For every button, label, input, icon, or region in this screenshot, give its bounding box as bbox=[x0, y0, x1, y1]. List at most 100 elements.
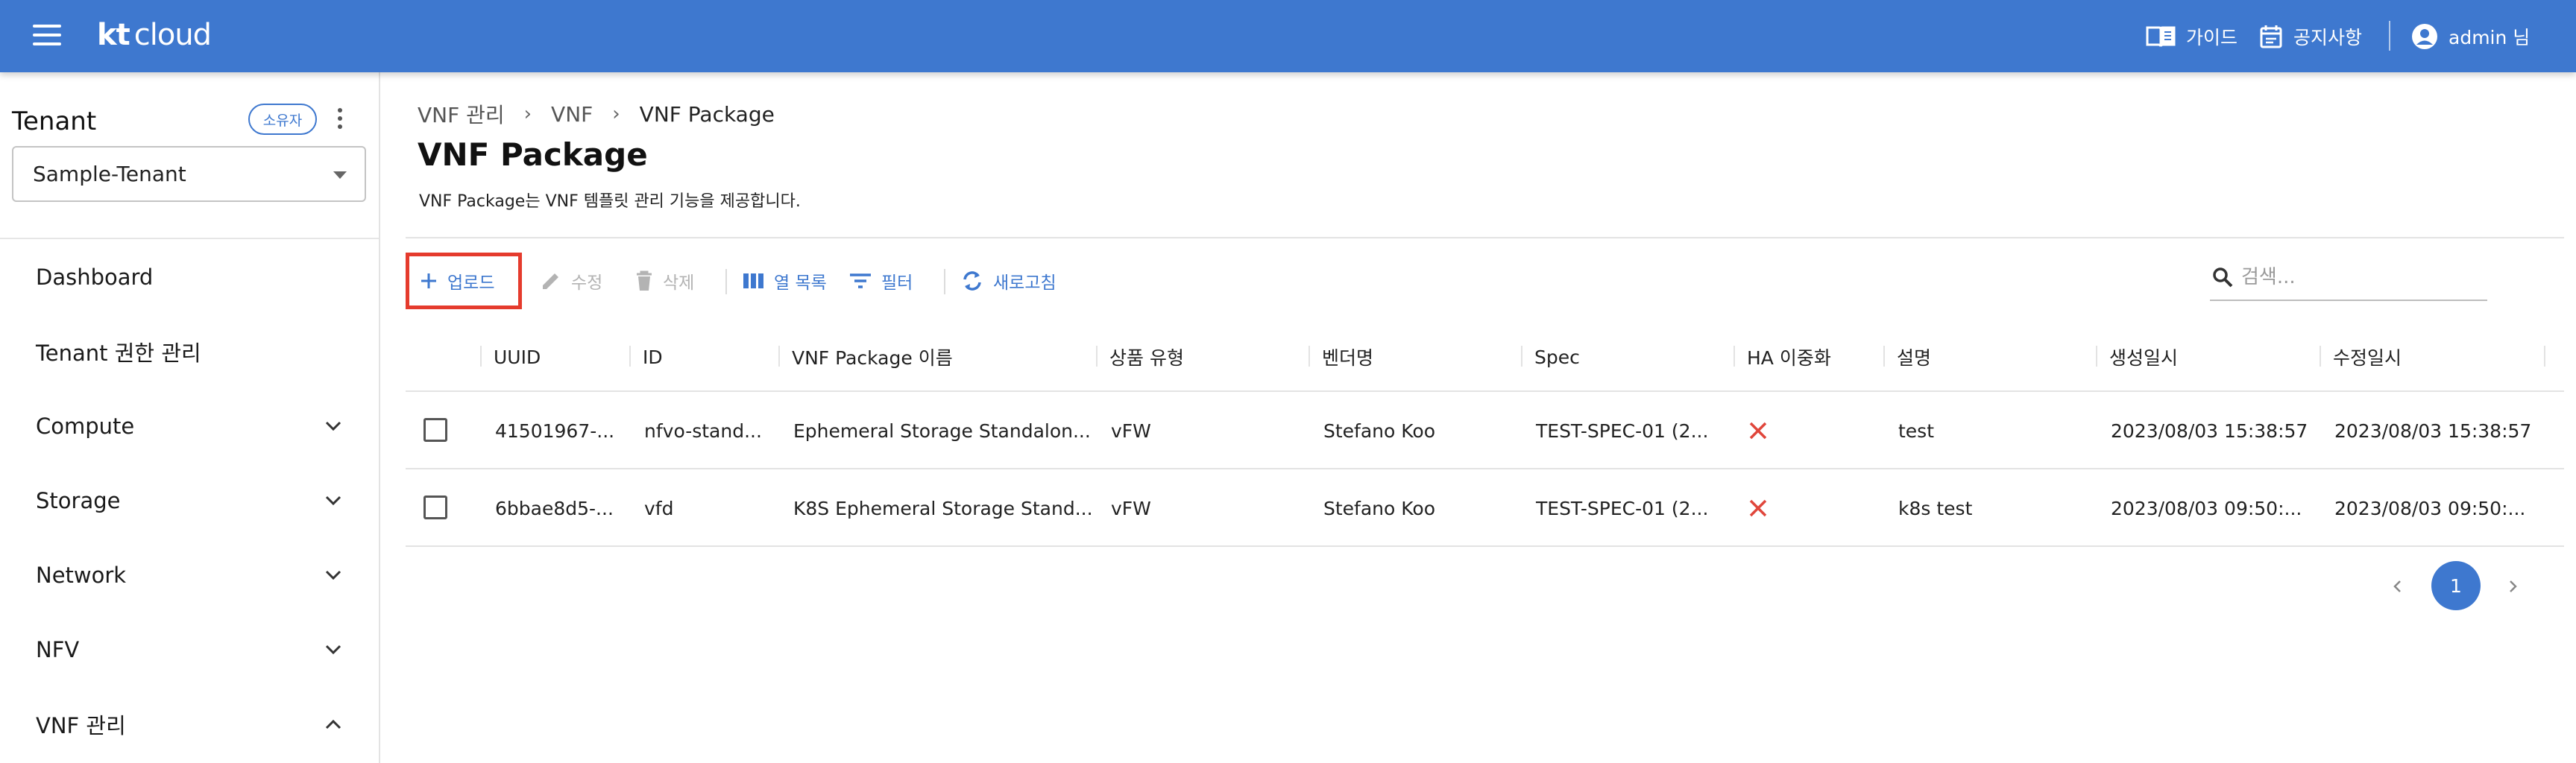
page-description: VNF Package는 VNF 템플릿 관리 기능을 제공합니다. bbox=[419, 192, 801, 211]
tenant-select-value: Sample-Tenant bbox=[33, 162, 186, 186]
cell-id: vfd bbox=[644, 497, 674, 519]
row-checkbox[interactable] bbox=[423, 496, 447, 519]
search-box bbox=[2210, 255, 2487, 301]
top-header: kt cloud 가이드 공지사항 admin 님 bbox=[0, 0, 2576, 72]
page-button-current[interactable]: 1 bbox=[2431, 561, 2481, 610]
tenant-label: Tenant bbox=[12, 107, 97, 136]
sidebar-divider bbox=[0, 238, 379, 239]
table-row[interactable]: 41501967-... nfvo-stand... Ephemeral Sto… bbox=[406, 392, 2564, 469]
owner-badge: 소유자 bbox=[248, 104, 317, 135]
guide-label: 가이드 bbox=[2186, 27, 2238, 48]
sidebar-item-label: NFV bbox=[36, 637, 80, 662]
column-header-spec[interactable]: Spec bbox=[1521, 322, 1580, 392]
cell-created: 2023/08/03 15:38:57 bbox=[2111, 420, 2308, 442]
brand-cloud: cloud bbox=[133, 18, 212, 52]
cell-name: Ephemeral Storage Standalon... bbox=[793, 420, 1091, 442]
sidebar-item-label: Dashboard bbox=[36, 265, 154, 290]
column-header-name[interactable]: VNF Package 이름 bbox=[778, 322, 953, 392]
refresh-button[interactable]: 새로고침 bbox=[960, 253, 1056, 309]
chevron-right-icon[interactable] bbox=[2505, 579, 2520, 594]
sidebar-item-tenant-permission[interactable]: Tenant 권한 관리 bbox=[0, 318, 379, 385]
cell-vendor: Stefano Koo bbox=[1323, 497, 1435, 519]
cell-product-type: vFW bbox=[1111, 420, 1151, 442]
edit-label: 수정 bbox=[571, 273, 603, 293]
user-label: admin 님 bbox=[2449, 27, 2531, 48]
column-header-description[interactable]: 설명 bbox=[1883, 322, 1931, 392]
cell-ha bbox=[1735, 469, 1881, 547]
sidebar-item-dashboard[interactable]: Dashboard bbox=[0, 244, 379, 311]
calendar-icon bbox=[2260, 25, 2282, 48]
chevron-down-icon bbox=[325, 421, 341, 431]
close-icon bbox=[1749, 422, 1767, 440]
chevron-down-icon bbox=[325, 496, 341, 506]
user-menu[interactable]: admin 님 bbox=[2411, 22, 2530, 51]
toolbar-divider bbox=[725, 269, 727, 294]
sidebar: Tenant 소유자 Sample-Tenant Dashboard Tenan… bbox=[0, 72, 380, 763]
cell-spec: TEST-SPEC-01 (2... bbox=[1536, 420, 1709, 442]
cell-created: 2023/08/03 09:50:... bbox=[2111, 497, 2302, 519]
edit-button[interactable]: 수정 bbox=[540, 253, 602, 309]
dropdown-caret-icon bbox=[333, 171, 347, 179]
cell-product-type: vFW bbox=[1111, 497, 1151, 519]
sidebar-item-compute[interactable]: Compute bbox=[0, 393, 379, 460]
cell-vendor: Stefano Koo bbox=[1323, 420, 1435, 442]
delete-button[interactable]: 삭제 bbox=[634, 253, 694, 309]
refresh-icon bbox=[963, 271, 981, 291]
breadcrumb-item[interactable]: VNF 관리 bbox=[418, 99, 505, 129]
search-input[interactable] bbox=[2241, 266, 2480, 288]
table-row[interactable]: 6bbae8d5-... vfd K8S Ephemeral Storage S… bbox=[406, 469, 2564, 547]
sidebar-item-label: Storage bbox=[36, 488, 121, 513]
cell-description: test bbox=[1898, 420, 1935, 442]
toolbar-divider bbox=[944, 269, 945, 294]
header-divider bbox=[2389, 21, 2390, 51]
filter-button[interactable]: 필터 bbox=[848, 253, 913, 309]
sidebar-item-vnf-management[interactable]: VNF 관리 bbox=[0, 691, 379, 758]
sidebar-item-storage[interactable]: Storage bbox=[0, 467, 379, 534]
cell-uuid: 6bbae8d5-... bbox=[495, 497, 614, 519]
chevron-down-icon bbox=[325, 570, 341, 580]
chevron-down-icon bbox=[325, 645, 341, 655]
chevron-left-icon[interactable] bbox=[2390, 579, 2405, 594]
cell-modified: 2023/08/03 09:50:... bbox=[2334, 497, 2526, 519]
cell-id: nfvo-stand... bbox=[644, 420, 762, 442]
tenant-select[interactable]: Sample-Tenant bbox=[12, 146, 366, 202]
column-header-modified[interactable]: 수정일시 bbox=[2320, 322, 2402, 392]
account-circle-icon bbox=[2412, 24, 2437, 49]
data-table: UUID ID VNF Package 이름 상품 유형 벤더명 Spec HA… bbox=[406, 322, 2564, 547]
column-header-uuid[interactable]: UUID bbox=[480, 322, 541, 392]
sidebar-item-nfv[interactable]: NFV bbox=[0, 616, 379, 683]
column-header-created[interactable]: 생성일시 bbox=[2096, 322, 2178, 392]
column-header-vendor[interactable]: 벤더명 bbox=[1309, 322, 1373, 392]
breadcrumb-current: VNF Package bbox=[639, 101, 775, 127]
notice-link[interactable]: 공지사항 bbox=[2259, 22, 2362, 51]
column-header-product-type[interactable]: 상품 유형 bbox=[1096, 322, 1184, 392]
cell-name: K8S Ephemeral Storage Stand... bbox=[793, 497, 1093, 519]
sidebar-item-label: Compute bbox=[36, 414, 135, 439]
column-header-id[interactable]: ID bbox=[629, 322, 663, 392]
breadcrumb: VNF 관리 › VNF › VNF Package bbox=[418, 99, 775, 129]
menu-icon[interactable] bbox=[33, 25, 61, 47]
delete-label: 삭제 bbox=[663, 273, 695, 293]
cell-spec: TEST-SPEC-01 (2... bbox=[1536, 497, 1709, 519]
row-checkbox[interactable] bbox=[423, 418, 447, 442]
breadcrumb-item[interactable]: VNF bbox=[551, 102, 593, 127]
breadcrumb-separator-icon: › bbox=[523, 103, 532, 125]
view-column-icon bbox=[743, 273, 763, 288]
columns-button[interactable]: 열 목록 bbox=[743, 253, 827, 309]
sidebar-item-network[interactable]: Network bbox=[0, 542, 379, 609]
guide-link[interactable]: 가이드 bbox=[2146, 22, 2238, 51]
sidebar-item-label: Tenant 권한 관리 bbox=[36, 341, 201, 366]
filter-icon bbox=[850, 273, 871, 288]
more-vert-icon[interactable] bbox=[334, 105, 346, 135]
brand-logo[interactable]: kt cloud bbox=[97, 18, 212, 52]
search-icon bbox=[2213, 267, 2233, 288]
close-icon bbox=[1749, 499, 1767, 517]
cell-modified: 2023/08/03 15:38:57 bbox=[2334, 420, 2532, 442]
sidebar-item-label: Network bbox=[36, 563, 127, 588]
table-header: UUID ID VNF Package 이름 상품 유형 벤더명 Spec HA… bbox=[406, 322, 2564, 392]
trash-icon bbox=[637, 270, 652, 291]
column-header-ha[interactable]: HA 이중화 bbox=[1733, 322, 1831, 392]
main-content: VNF 관리 › VNF › VNF Package VNF Package V… bbox=[382, 72, 2576, 763]
filter-label: 필터 bbox=[881, 273, 913, 293]
notice-label: 공지사항 bbox=[2293, 27, 2363, 48]
